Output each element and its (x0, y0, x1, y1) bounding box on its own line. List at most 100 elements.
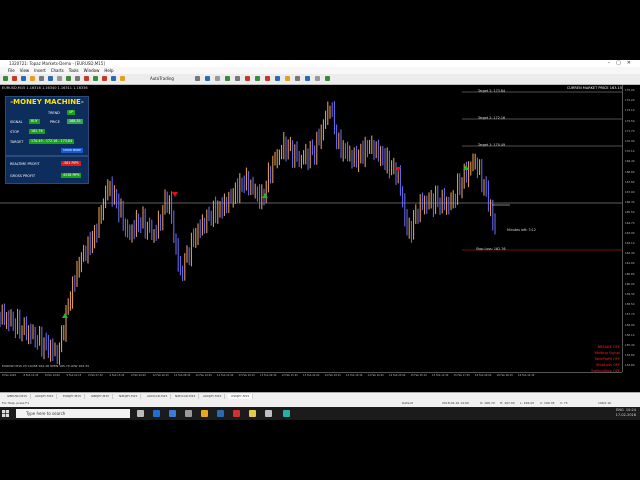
bar-close: C: 166.35 (540, 401, 555, 405)
toolbar-icon[interactable] (111, 76, 116, 81)
price-tick-label: 175.00 (625, 88, 635, 92)
time-tick-label: 15 Feb 17:45 (453, 374, 470, 377)
time-tick-label: 8 Feb 2018 (2, 374, 16, 377)
price-tick-label: 156.90 (625, 322, 635, 327)
ohlc-readout: EURUSD M15 23 CLOSE 164.18 OPEN 165.70 L… (2, 364, 89, 368)
price-tick-label: 166.30 (625, 200, 635, 205)
menu-bar: File View Insert Charts Tools Window Help (0, 67, 640, 74)
windows-start-icon[interactable] (2, 410, 9, 417)
toolbar-icon[interactable] (57, 76, 62, 81)
edge-icon[interactable] (153, 410, 160, 417)
time-tick-label: 12 Feb 14:45 (195, 374, 212, 377)
toolbar-icon[interactable] (66, 76, 71, 81)
menu-item-window[interactable]: Window (84, 68, 100, 73)
chart-header: EURUSD,M15 1.16316 1.16340 1.16311 1.163… (2, 86, 88, 90)
toolbar-icon[interactable] (255, 76, 260, 81)
price-value: 168.35 (67, 119, 83, 124)
show-more-button[interactable]: SHOW MORE (61, 148, 84, 153)
toolbar-icon[interactable] (195, 76, 200, 81)
time-tick-label: 13 Feb 03:15 (238, 374, 255, 377)
price-tick-label: 160.00 (625, 281, 635, 286)
toolbar-icon[interactable] (12, 76, 17, 81)
toolbar-icon[interactable] (225, 76, 230, 81)
toolbar-icon[interactable] (205, 76, 210, 81)
price-label: PRICE (50, 120, 60, 124)
toolbar-icon[interactable] (305, 76, 310, 81)
toolbar-icon[interactable] (245, 76, 250, 81)
task-view-icon[interactable] (137, 410, 144, 417)
price-tick-label: 169.40 (625, 159, 635, 164)
stop-label: STOP (10, 130, 19, 134)
gross-profit-value: 4536 PIPS (61, 173, 82, 178)
toolbar-icon[interactable] (3, 76, 8, 81)
menu-item-view[interactable]: View (20, 68, 30, 73)
bar-datetime: 2018.02.16 14:00 (442, 401, 469, 405)
window-controls[interactable]: –▢✕ (608, 60, 637, 67)
price-tick-label: 161.60 (625, 261, 635, 266)
toolbar-icon[interactable] (285, 76, 290, 81)
time-tick-label: 13 Feb 09:30 (260, 374, 277, 377)
app-icon[interactable] (265, 410, 272, 417)
price-tick-label: 162.40 (625, 251, 635, 256)
toolbar-icon[interactable] (325, 76, 330, 81)
price-tick-label: 159.30 (625, 292, 635, 296)
toolbar-icon[interactable] (75, 76, 80, 81)
status-line: BREAKE OFF (597, 345, 620, 349)
app-icon[interactable] (249, 410, 256, 417)
price-tick-label: 163.90 (625, 230, 635, 235)
buy-signal-arrow (262, 193, 268, 198)
price-tick-label: 163.10 (625, 241, 635, 245)
menu-item-insert[interactable]: Insert (34, 68, 45, 73)
price-tick-label: 153.80 (625, 363, 635, 368)
autotrading-button[interactable]: AutoTrading (150, 75, 174, 83)
time-tick-label: 12 Feb 02:15 (152, 374, 169, 377)
toolbar-icon[interactable] (48, 76, 53, 81)
toolbar-icon[interactable] (275, 76, 280, 81)
metatrader-icon[interactable] (217, 410, 224, 417)
menu-item-help[interactable]: Help (104, 68, 113, 73)
toolbar-icon[interactable] (215, 76, 220, 81)
time-tick-label: 14 Feb 10:30 (346, 374, 363, 377)
store-icon[interactable] (169, 410, 176, 417)
menu-item-file[interactable]: File (8, 68, 15, 73)
menu-item-tools[interactable]: Tools (69, 68, 79, 73)
taskbar-search-input[interactable]: Type here to search (16, 409, 130, 418)
app-icon[interactable] (233, 410, 240, 417)
status-line: StopLoss OFF (595, 363, 620, 367)
toolbar-icon[interactable] (30, 76, 35, 81)
folder-icon[interactable] (201, 410, 208, 417)
profit-panel: REALTIME PROFIT -561 PIPS GROSS PROFIT 4… (5, 156, 89, 184)
toolbar-icon[interactable] (265, 76, 270, 81)
bar-low: L: 166.05 (520, 401, 535, 405)
time-tick-label: 9 Feb 01:15 (66, 374, 82, 377)
target-label: TARGET (10, 140, 24, 144)
gross-profit-label: GROSS PROFIT (10, 174, 36, 178)
toolbar-icon[interactable] (102, 76, 107, 81)
bar-volume: V: 73 (560, 401, 568, 405)
signal-value: BUY (29, 119, 40, 124)
toolbar-icon[interactable] (315, 76, 320, 81)
toolbar-icon[interactable] (295, 76, 300, 81)
chart-window[interactable]: EURUSD,M15 1.16316 1.16340 1.16311 1.163… (0, 85, 640, 392)
time-tick-label: 9 Feb 20:00 (131, 374, 146, 377)
price-tick-label: 172.50 (625, 118, 635, 123)
price-tick-label: 157.70 (625, 312, 635, 317)
signal-label: SIGNAL (10, 120, 23, 124)
toolbar-icon[interactable] (84, 76, 89, 81)
trend-label: TREND (48, 111, 60, 115)
menu-item-charts[interactable]: Charts (51, 68, 64, 73)
toolbar-icon[interactable] (120, 76, 125, 81)
app-icon[interactable] (185, 410, 192, 417)
time-tick-label: 15 Feb 05:15 (410, 374, 427, 377)
price-tick-label: 170.90 (625, 139, 635, 143)
toolbar-icon[interactable] (235, 76, 240, 81)
time-tick-label: 15 Feb 11:30 (432, 374, 449, 377)
window-title: 1320721: Topaz Markets-Demo - [EURUSD,M1… (9, 61, 105, 66)
toolbar-icon[interactable] (39, 76, 44, 81)
system-tray[interactable]: ENG 10:24 17-02-2018 (616, 408, 636, 418)
target-level-label: Target 2: 173.84 (478, 89, 506, 93)
app-icon[interactable] (283, 410, 290, 417)
toolbar-icon[interactable] (93, 76, 98, 81)
toolbar-icon[interactable] (21, 76, 26, 81)
time-tick-label: 14 Feb 16:45 (367, 374, 384, 377)
